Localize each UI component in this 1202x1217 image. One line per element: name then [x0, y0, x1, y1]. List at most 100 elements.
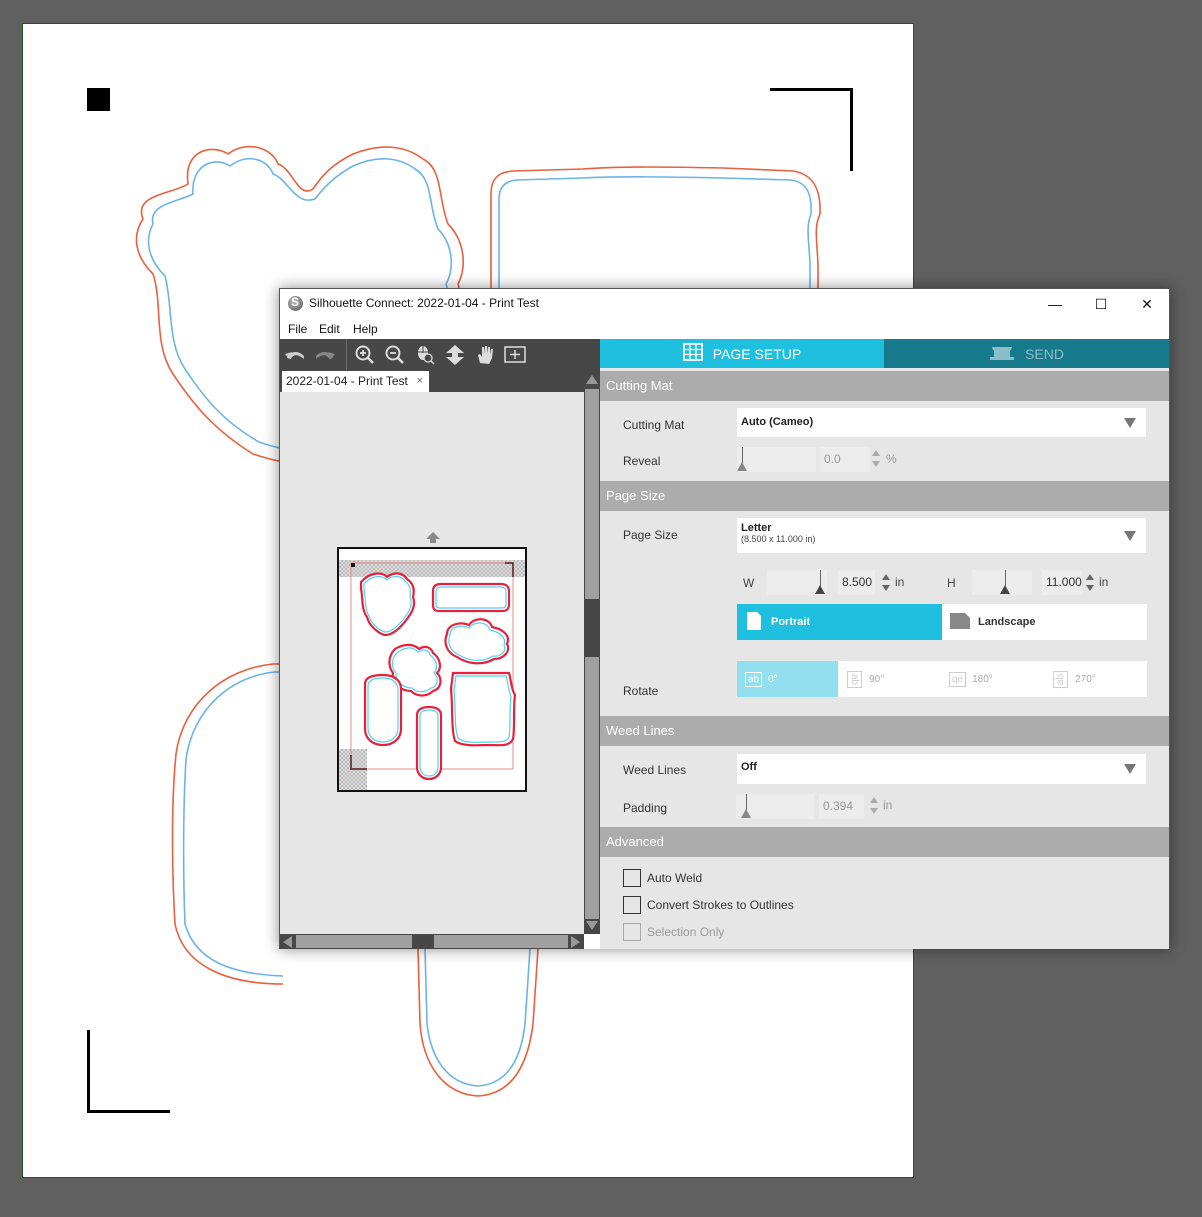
zoom-out-icon[interactable] [383, 344, 407, 366]
selection-only-checkbox[interactable] [623, 923, 641, 941]
redo-icon[interactable] [313, 344, 337, 366]
fit-to-page-icon[interactable] [443, 344, 467, 366]
reveal-unit: % [886, 452, 897, 466]
horizontal-scrollbar[interactable] [280, 934, 584, 949]
page-size-dropdown[interactable]: Letter (8.500 x 11.000 in) [737, 518, 1146, 553]
selection-only-label: Selection Only [647, 925, 725, 939]
horizontal-scroll-thumb[interactable] [412, 935, 434, 948]
page-size-label: Page Size [623, 528, 678, 542]
toolbar [280, 339, 600, 371]
scroll-down-arrow-icon[interactable] [586, 921, 598, 930]
menu-file[interactable]: File [288, 322, 307, 336]
shape-capsule-cut [417, 948, 539, 1097]
scrollbar-corner [584, 934, 600, 949]
width-slider-thumb[interactable] [815, 585, 825, 594]
reveal-spinner[interactable] [872, 449, 880, 469]
close-button[interactable]: ✕ [1124, 289, 1170, 319]
rotate-270-icon: ab [1053, 670, 1069, 688]
width-unit: in [895, 575, 905, 589]
tab-page-setup-label: PAGE SETUP [712, 345, 802, 362]
design-canvas[interactable] [280, 392, 584, 934]
scroll-right-arrow-icon[interactable] [571, 936, 580, 948]
reveal-slider-thumb[interactable] [737, 462, 747, 471]
padding-spinner[interactable] [870, 796, 878, 816]
height-spinner[interactable] [1086, 573, 1094, 593]
rotate-90-icon: ab [847, 670, 863, 688]
page-size-dimensions: (8.500 x 11.000 in) [741, 534, 816, 544]
cutting-mat-dropdown[interactable]: Auto (Cameo) [737, 408, 1146, 437]
tab-close-icon[interactable]: × [417, 371, 423, 392]
minimize-button[interactable]: — [1032, 289, 1078, 319]
document-tab-label: 2022-01-04 - Print Test [286, 374, 408, 388]
page-size-value: Letter [741, 522, 772, 534]
width-input[interactable]: 8.500 [838, 570, 875, 595]
height-input[interactable]: 11.000 [1042, 570, 1082, 595]
vertical-scrollbar[interactable] [584, 371, 600, 934]
landscape-page-icon [950, 612, 970, 632]
pan-hand-icon[interactable] [473, 344, 497, 366]
rotate-90-label: 90° [869, 673, 885, 685]
scroll-left-arrow-icon[interactable] [283, 936, 292, 948]
page-up-arrow-icon[interactable] [426, 532, 440, 539]
portrait-page-icon [747, 611, 761, 633]
rotate-label: Rotate [623, 684, 659, 698]
auto-weld-label[interactable]: Auto Weld [647, 871, 702, 885]
convert-strokes-checkbox[interactable] [623, 896, 641, 914]
section-header-weed-lines: Weed Lines [600, 716, 1169, 746]
menu-help[interactable]: Help [353, 322, 378, 336]
weed-lines-label: Weed Lines [623, 763, 687, 777]
vertical-scroll-thumb[interactable] [585, 599, 599, 657]
undo-icon[interactable] [283, 344, 307, 366]
rotate-180-label: 180° [972, 673, 993, 685]
silhouette-app-icon [288, 295, 303, 311]
rotate-0-button[interactable]: ab 0° [737, 661, 838, 697]
width-slider-line [820, 570, 821, 586]
menu-edit[interactable]: Edit [319, 322, 340, 336]
page-preview [337, 547, 527, 792]
height-slider-thumb[interactable] [1000, 585, 1010, 594]
width-label: W [743, 576, 755, 590]
rotate-options: ab 0° ab 90° qe 180° ab 270° [737, 661, 1147, 697]
weed-lines-dropdown[interactable]: Off [737, 754, 1146, 784]
document-tab[interactable]: 2022-01-04 - Print Test × [282, 371, 429, 392]
zoom-in-icon[interactable] [353, 344, 377, 366]
shape-rect-top-print [498, 176, 812, 305]
maximize-button[interactable]: ☐ [1078, 289, 1124, 319]
reveal-input[interactable]: 0.0 [820, 447, 870, 472]
weed-lines-value: Off [741, 761, 757, 773]
landscape-label: Landscape [978, 616, 1036, 628]
reveal-slider[interactable] [737, 447, 816, 472]
height-slider[interactable] [972, 570, 1032, 595]
padding-input[interactable]: 0.394 [819, 794, 864, 819]
reveal-slider-line [742, 447, 743, 463]
portrait-button[interactable]: Portrait [737, 604, 942, 640]
cutting-mat-value: Auto (Cameo) [741, 416, 814, 428]
width-slider[interactable] [767, 570, 827, 595]
page-preview-shapes [350, 562, 517, 781]
rotate-90-button[interactable]: ab 90° [838, 661, 941, 697]
height-label: H [947, 576, 956, 590]
rotate-180-button[interactable]: qe 180° [941, 661, 1044, 697]
toolbar-separator [346, 339, 347, 371]
convert-strokes-label[interactable]: Convert Strokes to Outlines [647, 898, 794, 912]
rotate-270-button[interactable]: ab 270° [1044, 661, 1147, 697]
width-spinner[interactable] [882, 573, 890, 593]
shape-rect-top-cut [490, 166, 821, 305]
padding-slider[interactable] [736, 794, 814, 819]
chevron-down-icon [1124, 531, 1136, 541]
zoom-box-icon[interactable] [503, 344, 527, 366]
tab-send[interactable]: SEND [884, 339, 1169, 368]
padding-slider-thumb[interactable] [741, 809, 751, 818]
grid-icon [682, 343, 703, 364]
zoom-to-selection-icon[interactable] [413, 344, 437, 366]
auto-weld-checkbox[interactable] [623, 869, 641, 887]
landscape-button[interactable]: Landscape [942, 604, 1147, 640]
section-header-cutting-mat: Cutting Mat [600, 371, 1169, 401]
scroll-up-arrow-icon[interactable] [586, 375, 598, 384]
section-header-advanced: Advanced [600, 827, 1169, 857]
tab-page-setup[interactable]: PAGE SETUP [600, 339, 884, 368]
page-up-arrow-stem [430, 539, 436, 543]
height-unit: in [1099, 575, 1109, 589]
document-tabstrip: 2022-01-04 - Print Test × [280, 371, 600, 392]
title-bar: Silhouette Connect: 2022-01-04 - Print T… [280, 289, 1169, 319]
